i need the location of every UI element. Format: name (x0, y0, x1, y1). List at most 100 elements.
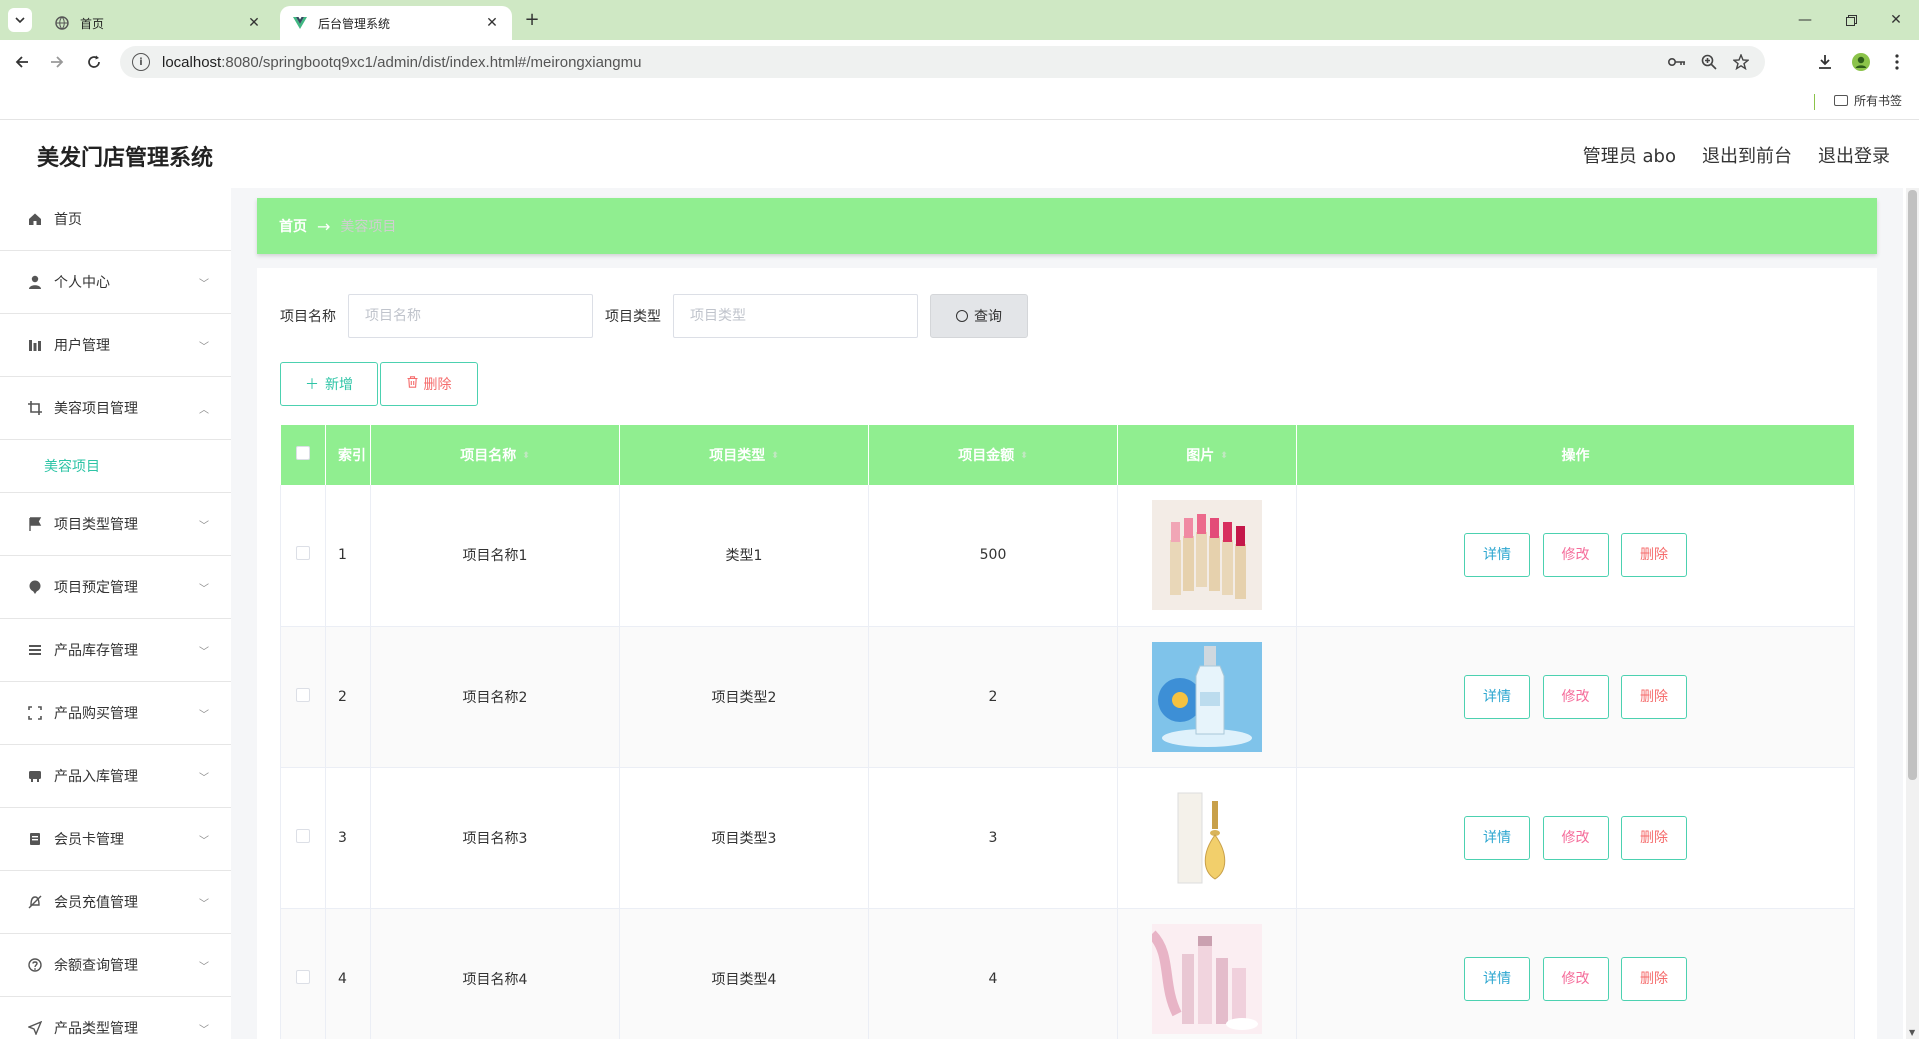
edit-button[interactable]: 修改 (1542, 674, 1609, 719)
detail-button[interactable]: 详情 (1464, 533, 1531, 578)
query-button[interactable]: 查询 (930, 294, 1028, 338)
delete-button[interactable]: 删除 (1620, 674, 1687, 719)
scrollbar-thumb[interactable] (1908, 190, 1917, 780)
col-image[interactable]: 图片 ⬍ (1117, 425, 1297, 485)
chart-icon (26, 336, 44, 354)
sidebar-item-label: 会员卡管理 (54, 832, 124, 848)
sidebar-item-member-cards[interactable]: 会员卡管理 ﹀ (0, 808, 231, 871)
row-checkbox[interactable] (296, 969, 310, 984)
cosmetics-set-image[interactable] (1152, 923, 1262, 1034)
logout-link[interactable]: 退出登录 (1818, 142, 1890, 168)
sidebar-subitem-beauty-project[interactable]: 美容项目 (0, 440, 231, 493)
chevron-down-icon: ﹀ (199, 647, 209, 658)
cell-amount: 3 (868, 767, 1118, 909)
col-operation: 操作 (1296, 425, 1855, 485)
project-type-input[interactable] (673, 294, 918, 338)
sidebar-item-users[interactable]: 用户管理 ﹀ (0, 314, 231, 377)
chevron-down-icon: ﹀ (199, 899, 209, 910)
reload-icon[interactable] (82, 50, 106, 74)
sidebar-item-beauty-projects[interactable]: 美容项目管理 ︿ (0, 377, 231, 440)
sidebar-item-label: 首页 (54, 212, 82, 228)
serum-bottle-image[interactable] (1152, 641, 1262, 752)
vue-logo-icon (292, 15, 308, 31)
edit-button[interactable]: 修改 (1542, 956, 1609, 1001)
breadcrumb-current: 美容项目 (340, 219, 397, 235)
breadcrumb: 首页 → 美容项目 (257, 198, 1877, 254)
detail-button[interactable]: 详情 (1464, 674, 1531, 719)
list-icon (26, 641, 44, 659)
key-icon[interactable] (1665, 50, 1689, 74)
col-type[interactable]: 项目类型 ⬍ (619, 425, 869, 485)
table-row: 2 项目名称2 项目类型2 2 详情 修改 删除 (280, 626, 1855, 768)
current-user-label: 管理员 abo (1582, 146, 1676, 167)
star-icon[interactable] (1729, 50, 1753, 74)
sidebar-item-profile[interactable]: 个人中心 ﹀ (0, 251, 231, 314)
page: 美发门店管理系统 管理员 abo 退出到前台 退出登录 首页 个人中心 ﹀ 用户… (0, 120, 1919, 1039)
exit-to-front-link[interactable]: 退出到前台 (1702, 142, 1792, 168)
add-button[interactable]: ＋ 新增 (280, 362, 378, 406)
perfume-image[interactable] (1152, 782, 1262, 893)
page-scrollbar[interactable]: ▼ (1906, 188, 1919, 1039)
project-name-input[interactable] (348, 294, 593, 338)
edit-button[interactable]: 修改 (1542, 533, 1609, 578)
chevron-down-icon: ﹀ (199, 1025, 209, 1036)
sidebar-item-balance[interactable]: 余额查询管理 ﹀ (0, 934, 231, 997)
add-button-label: 新增 (325, 377, 353, 393)
sidebar-item-label: 产品类型管理 (54, 1021, 138, 1037)
sidebar-item-project-types[interactable]: 项目类型管理 ﹀ (0, 493, 231, 556)
select-all-checkbox[interactable] (295, 446, 310, 460)
sidebar-item-recharge[interactable]: 会员充值管理 ﹀ (0, 871, 231, 934)
select-all-cell (280, 425, 326, 485)
plus-icon: ＋ (305, 377, 319, 393)
sidebar-item-purchases[interactable]: 产品购买管理 ﹀ (0, 682, 231, 745)
trash-icon (407, 376, 418, 392)
projects-table: 索引 项目名称 ⬍ 项目类型 ⬍ 项目金额 ⬍ 图片 ⬍ 操作 1 项目名称1 类型1 (280, 425, 1855, 1039)
all-bookmarks-button[interactable]: 所有书签 (1834, 92, 1902, 109)
chevron-down-icon: ﹀ (199, 773, 209, 784)
browser-tab-bar: 首页 ✕ 后台管理系统 ✕ + — ✕ (0, 0, 1919, 40)
chevron-down-icon: ﹀ (199, 279, 209, 290)
row-checkbox[interactable] (296, 828, 310, 843)
more-menu-icon[interactable] (1885, 50, 1909, 74)
chevron-up-icon: ︿ (199, 405, 209, 416)
row-checkbox[interactable] (296, 546, 310, 561)
row-checkbox[interactable] (296, 687, 310, 702)
download-icon[interactable] (1813, 50, 1837, 74)
sidebar-item-label: 用户管理 (54, 338, 110, 354)
delete-button[interactable]: 删除 (1620, 815, 1687, 860)
new-tab-button[interactable]: + (520, 8, 544, 32)
browser-tab-home[interactable]: 首页 ✕ (42, 6, 274, 40)
cell-type: 项目类型4 (619, 908, 869, 1039)
breadcrumb-home[interactable]: 首页 (279, 216, 307, 236)
profile-avatar-icon[interactable] (1849, 50, 1873, 74)
lipstick-image[interactable] (1152, 500, 1262, 611)
restore-icon[interactable] (1828, 6, 1874, 34)
action-buttons: ＋ 新增 删除 (280, 362, 478, 406)
sidebar-item-inventory[interactable]: 产品库存管理 ﹀ (0, 619, 231, 682)
browser-tab-admin[interactable]: 后台管理系统 ✕ (280, 6, 512, 40)
delete-button[interactable]: 删除 (1620, 956, 1687, 1001)
scroll-down-arrow-icon[interactable]: ▼ (1909, 1028, 1915, 1037)
tab-search-button[interactable] (8, 8, 32, 32)
forward-icon[interactable] (45, 50, 69, 74)
site-info-icon[interactable]: i (132, 53, 150, 71)
batch-delete-button[interactable]: 删除 (380, 362, 478, 406)
close-window-icon[interactable]: ✕ (1873, 6, 1919, 34)
sidebar-item-product-types[interactable]: 产品类型管理 ﹀ (0, 997, 231, 1039)
bookmarks-divider (1814, 94, 1815, 110)
zoom-icon[interactable] (1697, 50, 1721, 74)
detail-button[interactable]: 详情 (1464, 956, 1531, 1001)
sidebar-item-reservations[interactable]: 项目预定管理 ﹀ (0, 556, 231, 619)
detail-button[interactable]: 详情 (1464, 815, 1531, 860)
col-name[interactable]: 项目名称 ⬍ (370, 425, 620, 485)
back-icon[interactable] (10, 50, 34, 74)
address-bar[interactable]: i localhost:8080/springbootq9xc1/admin/d… (120, 46, 1765, 78)
delete-button[interactable]: 删除 (1620, 533, 1687, 578)
close-icon[interactable]: ✕ (246, 15, 262, 31)
sidebar-item-stock-in[interactable]: 产品入库管理 ﹀ (0, 745, 231, 808)
sidebar-item-home[interactable]: 首页 (0, 188, 231, 251)
minimize-icon[interactable]: — (1782, 6, 1828, 34)
col-amount[interactable]: 项目金额 ⬍ (868, 425, 1118, 485)
edit-button[interactable]: 修改 (1542, 815, 1609, 860)
close-icon[interactable]: ✕ (484, 15, 500, 31)
